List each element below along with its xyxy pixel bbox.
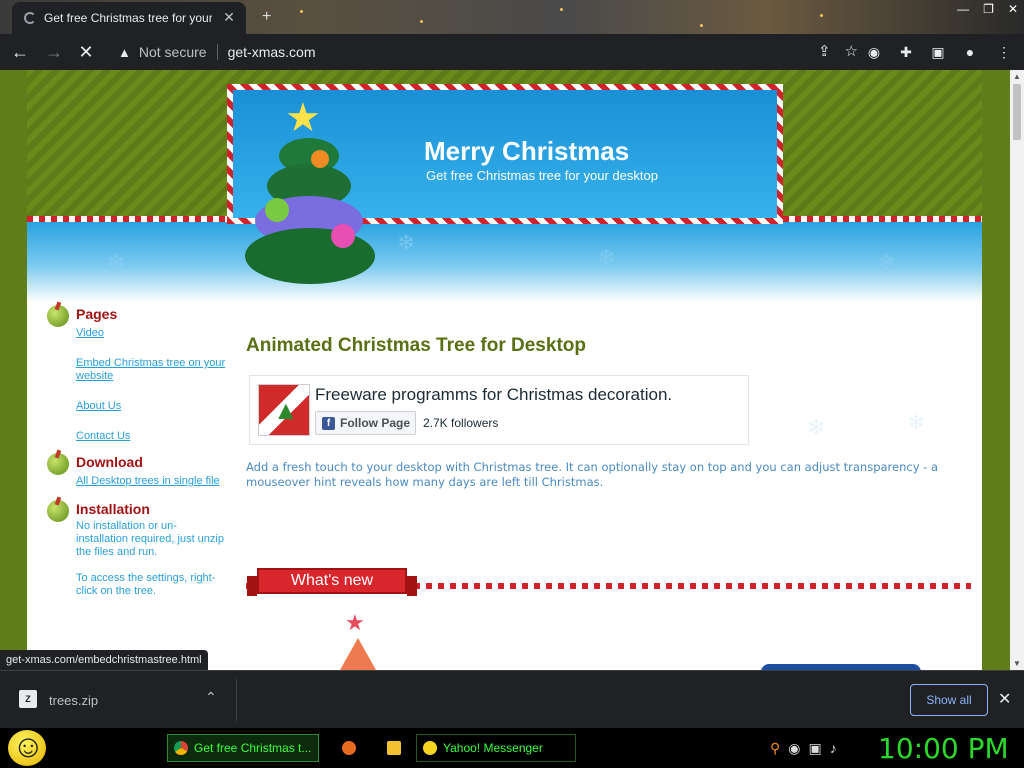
scroll-up-icon[interactable]: ▲ xyxy=(1010,72,1024,81)
download-file-name[interactable]: trees.zip xyxy=(49,693,98,708)
search-icon[interactable]: ⚲ xyxy=(770,740,780,757)
yahoo-task-label: Yahoo! Messenger xyxy=(443,741,543,755)
tree-icon xyxy=(340,638,376,670)
pages-heading: Pages xyxy=(76,306,118,322)
scrollbar-thumb[interactable] xyxy=(1013,84,1021,140)
facebook-page-name[interactable]: Freeware programms for Christmas decorat… xyxy=(315,385,672,405)
scroll-down-icon[interactable]: ▼ xyxy=(1010,659,1024,668)
about-us-link[interactable]: About Us xyxy=(76,400,227,413)
page-viewport: ❄ ❄ ❄ ❄ ❄ ❄ Merry Christmas Get free Chr… xyxy=(0,70,1010,670)
taskbar-chrome-task[interactable]: Get free Christmas t... xyxy=(167,734,319,762)
volume-icon[interactable]: ♪ xyxy=(830,740,837,757)
all-trees-download-link[interactable]: All Desktop trees in single file xyxy=(76,475,227,488)
restore-icon[interactable]: ❐ xyxy=(983,2,994,16)
whats-new-ribbon: What's new xyxy=(247,568,417,596)
share-icon[interactable]: ⇪ xyxy=(818,38,831,66)
close-window-icon[interactable]: ✕ xyxy=(1008,2,1018,16)
taskbar-yahoo-task[interactable]: Yahoo! Messenger xyxy=(416,734,576,762)
window-titlebar: Get free Christmas tree for your ✕ + — ❐… xyxy=(0,0,1024,34)
facebook-icon: f xyxy=(322,417,335,430)
omnibox-divider xyxy=(216,44,218,60)
network-icon[interactable]: ▣ xyxy=(808,740,821,757)
snowflake-icon: ❄ xyxy=(597,245,616,270)
show-all-button[interactable]: Show all xyxy=(910,684,988,716)
christmas-tree-logo: ★ xyxy=(239,98,379,288)
downloads-divider xyxy=(236,679,237,721)
snowflake-icon: ❄ xyxy=(397,230,416,255)
stop-loading-icon[interactable]: ✕ xyxy=(74,40,98,64)
taskbar: Get free Christmas t... Yahoo! Messenger… xyxy=(0,728,1024,768)
not-secure-label[interactable]: Not secure xyxy=(139,44,207,60)
loading-spinner-icon xyxy=(24,12,36,24)
snowflake-icon: ❄ xyxy=(107,250,126,275)
start-smiley-icon[interactable] xyxy=(8,728,46,766)
follow-page-button[interactable]: f Follow Page xyxy=(315,411,416,435)
link-status-tooltip: get-xmas.com/embedchristmastree.html xyxy=(0,650,208,670)
sky-background xyxy=(27,222,982,302)
embed-tree-link[interactable]: Embed Christmas tree on your website xyxy=(76,357,227,383)
zip-file-icon[interactable]: Z xyxy=(19,690,37,708)
description-text: Add a fresh touch to your desktop with C… xyxy=(246,460,939,489)
installation-text: No installation or un-installation requi… xyxy=(76,520,224,558)
yahoo-messenger-icon xyxy=(423,741,437,755)
profile-flag-icon[interactable]: ◉ xyxy=(864,42,884,62)
extensions-puzzle-icon[interactable]: ✚ xyxy=(896,42,916,62)
url-text[interactable]: get-xmas.com xyxy=(228,44,316,60)
snowflake-icon: ❄ xyxy=(807,415,826,440)
explorer-taskbar-button[interactable] xyxy=(380,734,408,762)
star-icon: ★ xyxy=(345,610,365,635)
site-title: Merry Christmas xyxy=(424,136,630,166)
warning-icon[interactable]: ▲ xyxy=(118,45,131,60)
bookmark-star-icon[interactable]: ☆ xyxy=(845,38,858,66)
chrome-task-label: Get free Christmas t... xyxy=(194,741,312,755)
address-bar[interactable]: ▲ Not secure get-xmas.com ⇪ ☆ xyxy=(108,38,858,66)
sidebar: Pages Video Embed Christmas tree on your… xyxy=(47,305,227,606)
new-tab-button[interactable]: + xyxy=(262,8,271,26)
main-title: Animated Christmas Tree for Desktop xyxy=(246,335,586,356)
page-logo[interactable] xyxy=(258,384,310,436)
ornament-bullet-icon xyxy=(47,500,69,522)
menu-kebab-icon[interactable]: ⋮ xyxy=(994,42,1014,62)
snowflake-icon: ❄ xyxy=(907,410,926,435)
facebook-page-widget: Freeware programms for Christmas decorat… xyxy=(249,375,749,445)
web-page: ❄ ❄ ❄ ❄ ❄ ❄ Merry Christmas Get free Chr… xyxy=(27,70,982,670)
snowflake-icon: ❄ xyxy=(877,250,896,275)
follow-page-label: Follow Page xyxy=(340,416,411,430)
installation-section: Installation No installation or un-insta… xyxy=(47,500,227,598)
ornament-bullet-icon xyxy=(47,453,69,475)
browser-tab[interactable]: Get free Christmas tree for your ✕ xyxy=(12,2,246,34)
ornament-bullet-icon xyxy=(47,305,69,327)
pages-section: Pages Video Embed Christmas tree on your… xyxy=(47,305,227,443)
downloads-bar: Z trees.zip ⌃ Show all ✕ xyxy=(0,670,1024,728)
tab-title: Get free Christmas tree for your xyxy=(44,11,212,25)
download-section: Download All Desktop trees in single fil… xyxy=(47,453,227,488)
video-link[interactable]: Video xyxy=(76,327,227,340)
firefox-icon xyxy=(342,741,356,755)
close-downloads-icon[interactable]: ✕ xyxy=(998,689,1011,709)
back-icon[interactable]: ← xyxy=(8,40,32,64)
download-heading: Download xyxy=(76,454,143,470)
settings-hint-text: To access the settings, right-click on t… xyxy=(76,572,216,597)
window-controls: — ❐ ✕ xyxy=(957,2,1018,16)
system-tray: ⚲ ◉ ▣ ♪ xyxy=(770,740,837,757)
star-icon: ★ xyxy=(285,96,321,140)
contact-us-link[interactable]: Contact Us xyxy=(76,430,227,443)
tab-close-icon[interactable]: ✕ xyxy=(220,8,238,26)
taskbar-clock[interactable]: 10:00 PM xyxy=(878,732,1009,765)
account-avatar-icon[interactable]: ● xyxy=(960,42,980,62)
folder-icon xyxy=(387,741,401,755)
chevron-up-icon[interactable]: ⌃ xyxy=(205,689,217,706)
followers-count: 2.7K followers xyxy=(423,416,499,430)
forward-icon[interactable]: → xyxy=(42,40,66,64)
installation-heading: Installation xyxy=(76,501,150,517)
minimize-icon[interactable]: — xyxy=(957,2,969,16)
tray-app-icon[interactable]: ◉ xyxy=(788,740,800,757)
browser-toolbar: ← → ✕ ▲ Not secure get-xmas.com ⇪ ☆ ◉ ✚ … xyxy=(0,34,1024,70)
firefox-taskbar-button[interactable] xyxy=(335,734,363,762)
page-scrollbar[interactable]: ▲ ▼ xyxy=(1010,70,1024,670)
site-subtitle: Get free Christmas tree for your desktop xyxy=(426,168,658,183)
chrome-icon xyxy=(174,741,188,755)
side-panel-icon[interactable]: ▣ xyxy=(928,42,948,62)
